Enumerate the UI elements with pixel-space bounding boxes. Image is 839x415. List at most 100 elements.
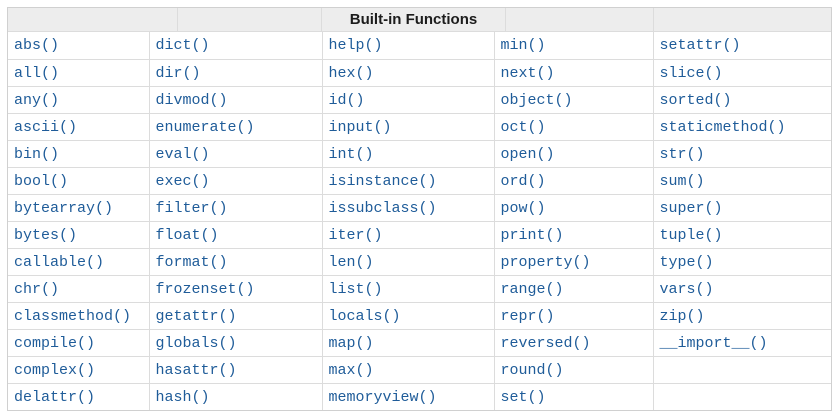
- function-link[interactable]: chr(): [14, 281, 59, 298]
- function-link[interactable]: callable(): [14, 254, 104, 271]
- function-link[interactable]: object(): [501, 92, 573, 109]
- function-link[interactable]: property(): [501, 254, 591, 271]
- function-link[interactable]: tuple(): [660, 227, 723, 244]
- table-cell: oct(): [494, 113, 654, 141]
- function-link[interactable]: len(): [329, 254, 374, 271]
- function-link[interactable]: divmod(): [156, 92, 228, 109]
- function-link[interactable]: zip(): [660, 308, 705, 325]
- function-link[interactable]: sorted(): [660, 92, 732, 109]
- function-link[interactable]: enumerate(): [156, 119, 255, 136]
- function-link[interactable]: complex(): [14, 362, 95, 379]
- function-link[interactable]: min(): [501, 37, 546, 54]
- function-link[interactable]: __import__(): [660, 335, 768, 352]
- table-row: bool() exec() isinstance() ord() sum(): [8, 167, 831, 195]
- table-cell: pow(): [494, 194, 654, 222]
- table-row: delattr() hash() memoryview() set(): [8, 383, 831, 410]
- function-link[interactable]: oct(): [501, 119, 546, 136]
- function-link[interactable]: set(): [501, 389, 546, 406]
- table-cell: sum(): [653, 167, 831, 195]
- function-link[interactable]: filter(): [156, 200, 228, 217]
- function-link[interactable]: round(): [501, 362, 564, 379]
- function-link[interactable]: id(): [329, 92, 365, 109]
- table-cell: bytearray(): [8, 194, 150, 222]
- function-link[interactable]: hex(): [329, 65, 374, 82]
- function-link[interactable]: str(): [660, 146, 705, 163]
- function-link[interactable]: bool(): [14, 173, 68, 190]
- function-link[interactable]: next(): [501, 65, 555, 82]
- table-cell: hash(): [149, 383, 323, 410]
- table-cell: float(): [149, 221, 323, 249]
- table-title: Built-in Functions: [349, 11, 478, 28]
- function-link[interactable]: list(): [329, 281, 383, 298]
- function-link[interactable]: input(): [329, 119, 392, 136]
- function-link[interactable]: open(): [501, 146, 555, 163]
- function-link[interactable]: bin(): [14, 146, 59, 163]
- function-link[interactable]: hash(): [156, 389, 210, 406]
- function-link[interactable]: format(): [156, 254, 228, 271]
- table-row: abs() dict() help() min() setattr(): [8, 32, 831, 60]
- function-link[interactable]: map(): [329, 335, 374, 352]
- table-header-cell: [178, 8, 322, 31]
- function-link[interactable]: classmethod(): [14, 308, 131, 325]
- function-link[interactable]: frozenset(): [156, 281, 255, 298]
- function-link[interactable]: memoryview(): [329, 389, 437, 406]
- function-link[interactable]: bytes(): [14, 227, 77, 244]
- function-link[interactable]: eval(): [156, 146, 210, 163]
- table-cell: set(): [494, 383, 654, 410]
- table-cell: divmod(): [149, 86, 323, 114]
- function-link[interactable]: setattr(): [660, 37, 741, 54]
- table-row: classmethod() getattr() locals() repr() zip(…: [8, 302, 831, 330]
- function-link[interactable]: globals(): [156, 335, 237, 352]
- function-link[interactable]: reversed(): [501, 335, 591, 352]
- table-cell: hex(): [322, 59, 495, 87]
- function-link[interactable]: help(): [329, 37, 383, 54]
- function-link[interactable]: repr(): [501, 308, 555, 325]
- function-link[interactable]: bytearray(): [14, 200, 113, 217]
- function-link[interactable]: vars(): [660, 281, 714, 298]
- table-cell: object(): [494, 86, 654, 114]
- function-link[interactable]: delattr(): [14, 389, 95, 406]
- function-link[interactable]: super(): [660, 200, 723, 217]
- function-link[interactable]: exec(): [156, 173, 210, 190]
- table-cell: map(): [322, 329, 495, 357]
- page: Built-in Functions abs() dict() help() min(…: [0, 0, 839, 415]
- function-link[interactable]: pow(): [501, 200, 546, 217]
- function-link[interactable]: dict(): [156, 37, 210, 54]
- function-link[interactable]: int(): [329, 146, 374, 163]
- table-cell: bytes(): [8, 221, 150, 249]
- function-link[interactable]: hasattr(): [156, 362, 237, 379]
- table-cell: super(): [653, 194, 831, 222]
- functions-table: abs() dict() help() min() setattr() all() dir(…: [8, 32, 831, 410]
- table-cell: __import__(): [653, 329, 831, 357]
- table-cell: issubclass(): [322, 194, 495, 222]
- function-link[interactable]: ord(): [501, 173, 546, 190]
- function-link[interactable]: iter(): [329, 227, 383, 244]
- table-cell: vars(): [653, 275, 831, 303]
- function-link[interactable]: max(): [329, 362, 374, 379]
- function-link[interactable]: slice(): [660, 65, 723, 82]
- builtin-functions-table: Built-in Functions abs() dict() help() min(…: [7, 7, 832, 411]
- function-link[interactable]: issubclass(): [329, 200, 437, 217]
- function-link[interactable]: dir(): [156, 65, 201, 82]
- function-link[interactable]: all(): [14, 65, 59, 82]
- table-cell: format(): [149, 248, 323, 276]
- function-link[interactable]: getattr(): [156, 308, 237, 325]
- function-link[interactable]: sum(): [660, 173, 705, 190]
- function-link[interactable]: type(): [660, 254, 714, 271]
- function-link[interactable]: any(): [14, 92, 59, 109]
- table-cell: print(): [494, 221, 654, 249]
- table-cell: repr(): [494, 302, 654, 330]
- function-link[interactable]: isinstance(): [329, 173, 437, 190]
- function-link[interactable]: float(): [156, 227, 219, 244]
- table-row: bytes() float() iter() print() tuple(): [8, 221, 831, 249]
- table-cell: enumerate(): [149, 113, 323, 141]
- function-link[interactable]: ascii(): [14, 119, 77, 136]
- table-cell: compile(): [8, 329, 150, 357]
- function-link[interactable]: range(): [501, 281, 564, 298]
- function-link[interactable]: staticmethod(): [660, 119, 786, 136]
- function-link[interactable]: compile(): [14, 335, 95, 352]
- table-cell: locals(): [322, 302, 495, 330]
- function-link[interactable]: print(): [501, 227, 564, 244]
- function-link[interactable]: abs(): [14, 37, 59, 54]
- function-link[interactable]: locals(): [329, 308, 401, 325]
